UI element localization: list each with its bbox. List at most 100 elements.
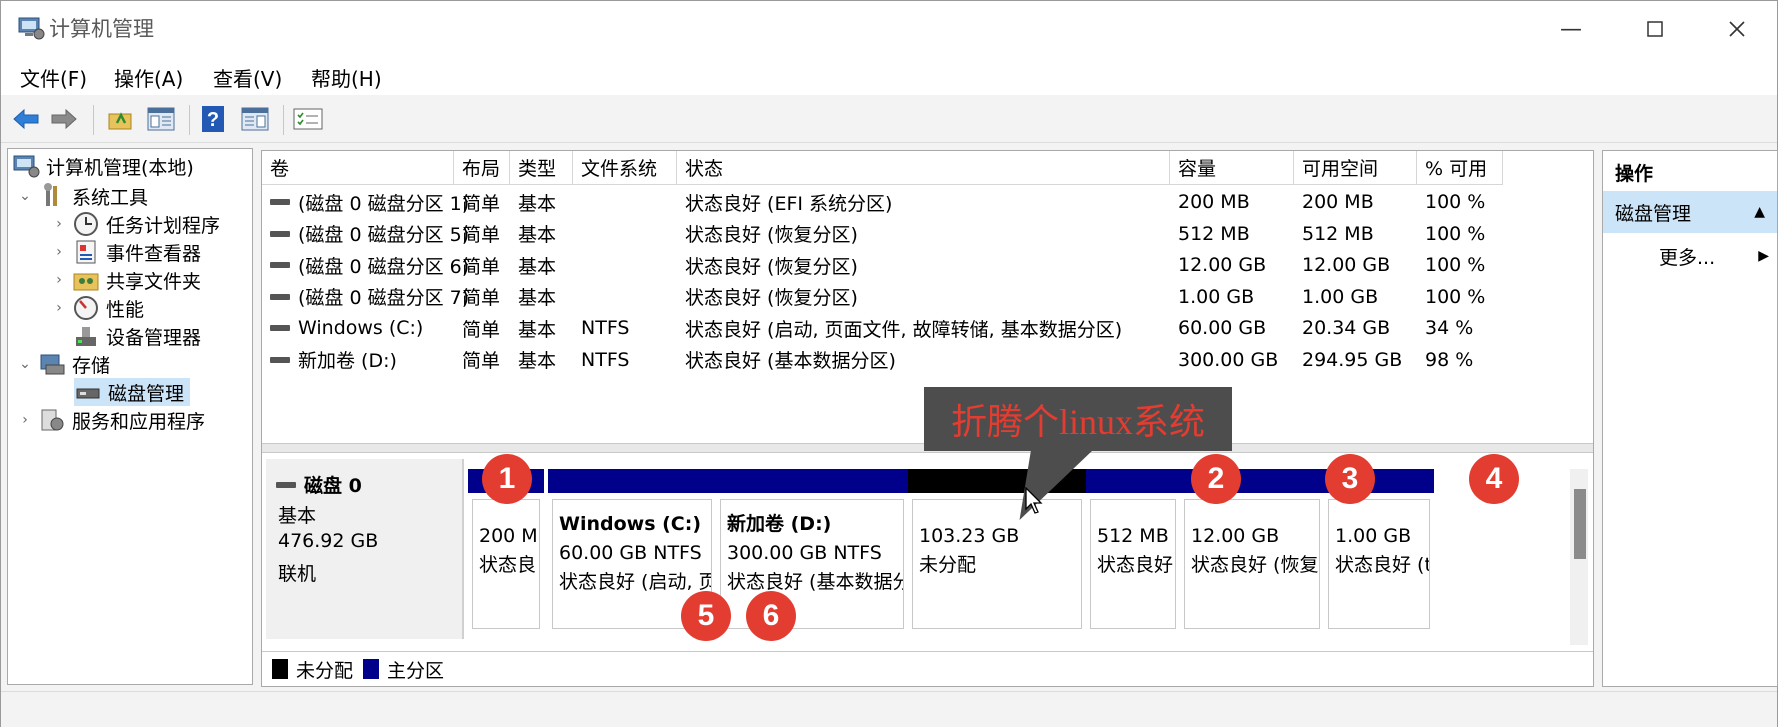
actions-section-label: 磁盘管理 <box>1615 202 1692 225</box>
partition-bar <box>716 469 908 493</box>
disk-type: 基本 <box>278 505 317 527</box>
annotation-badge-2: 2 <box>1191 454 1241 504</box>
toolbar-separator <box>93 105 94 135</box>
percent-free-cell: 100 % <box>1425 222 1486 245</box>
tree-item-performance[interactable]: › 性能 <box>50 294 144 322</box>
partition-segment[interactable]: 新加卷 (D:) 300.00 GB NTFS 状态良好 (基本数据分 <box>716 469 908 629</box>
disk-management-icon <box>76 388 100 399</box>
column-header-filesystem[interactable]: 文件系统 <box>573 151 677 185</box>
expand-chevron-icon[interactable]: › <box>50 300 68 316</box>
free-space-cell: 200 MB <box>1302 191 1374 213</box>
filesystem-cell: NTFS <box>581 348 630 371</box>
back-button[interactable] <box>11 104 41 134</box>
up-level-button[interactable] <box>105 104 135 134</box>
tree-label: 磁盘管理 <box>108 382 185 405</box>
partition-line2: 状态良 <box>479 554 537 576</box>
volume-name-cell[interactable]: (磁盘 0 磁盘分区 7) <box>270 282 469 312</box>
help-button[interactable]: ? <box>198 104 228 134</box>
partition-line2: 未分配 <box>919 554 977 576</box>
volume-icon <box>270 199 290 205</box>
column-header-volume[interactable]: 卷 <box>262 151 454 185</box>
percent-free-cell: 100 % <box>1425 191 1486 213</box>
column-header-free-space[interactable]: 可用空间 <box>1294 151 1417 185</box>
column-header-capacity[interactable]: 容量 <box>1170 151 1294 185</box>
volume-icon <box>270 325 290 331</box>
partition-body: 200 M 状态良 <box>472 499 540 629</box>
annotation-badge-5: 5 <box>681 591 731 641</box>
tree-item-disk-management[interactable]: 磁盘管理 <box>74 378 191 406</box>
status-cell: 状态良好 (恢复分区) <box>685 255 858 278</box>
tree-item-shared-folders[interactable]: › 共享文件夹 <box>50 266 201 294</box>
event-log-icon <box>76 240 96 264</box>
tree-item-event-viewer[interactable]: › 事件查看器 <box>50 238 201 266</box>
volume-name-cell[interactable]: (磁盘 0 磁盘分区 6) <box>270 250 469 280</box>
volume-name-cell[interactable]: (磁盘 0 磁盘分区 1) <box>270 187 469 217</box>
maximize-button[interactable] <box>1627 9 1683 49</box>
partition-line2: 状态良好 <box>1097 554 1174 576</box>
shared-folder-icon <box>73 273 99 291</box>
minimize-icon: — <box>1560 16 1582 42</box>
volume-icon <box>270 262 290 268</box>
capacity-cell: 60.00 GB <box>1178 317 1267 339</box>
actions-section-disk-management[interactable]: 磁盘管理 ▲ <box>1603 191 1777 233</box>
tree-label: 共享文件夹 <box>106 270 202 293</box>
volume-name-cell[interactable]: (磁盘 0 磁盘分区 5) <box>270 219 469 249</box>
legend-swatch-primary <box>363 659 380 679</box>
expand-chevron-icon[interactable]: › <box>50 216 68 232</box>
collapse-chevron-icon[interactable]: ⌄ <box>16 356 34 372</box>
forward-button[interactable] <box>49 104 79 134</box>
close-button[interactable] <box>1709 9 1765 49</box>
expand-chevron-icon[interactable]: › <box>50 244 68 260</box>
tree-item-device-manager[interactable]: 设备管理器 <box>68 322 201 350</box>
tree-item-task-scheduler[interactable]: › 任务计划程序 <box>50 210 220 238</box>
folder-up-icon <box>108 112 132 130</box>
mouse-cursor-icon <box>1025 487 1043 514</box>
window-title: 计算机管理 <box>49 17 154 41</box>
volume-name-cell[interactable]: 新加卷 (D:) <box>270 345 397 375</box>
free-space-cell: 294.95 GB <box>1302 348 1403 371</box>
partition-line1: 1.00 GB <box>1335 525 1412 547</box>
tree-label: 性能 <box>106 298 145 321</box>
layout-cell: 简单 <box>462 192 501 215</box>
capacity-cell: 200 MB <box>1178 191 1250 213</box>
menu-help[interactable]: 帮助(H) <box>311 63 382 92</box>
partition-body: 1.00 GB 状态良好 (t <box>1328 499 1430 629</box>
device-manager-icon <box>76 327 96 346</box>
show-action-pane-button[interactable] <box>240 104 270 134</box>
partition-segment[interactable]: 512 MB 状态良好 <box>1086 469 1180 629</box>
partition-line1: 300.00 GB NTFS <box>727 542 882 564</box>
disk-size: 476.92 GB <box>278 530 379 552</box>
layout-cell: 简单 <box>462 350 501 372</box>
layout-cell: 简单 <box>462 318 501 341</box>
type-cell: 基本 <box>518 255 557 278</box>
show-hide-tree-button[interactable] <box>146 104 176 134</box>
disk-view-scrollbar[interactable] <box>1570 469 1588 645</box>
scrollbar-thumb[interactable] <box>1574 489 1586 559</box>
actions-more-label: 更多... <box>1659 246 1716 269</box>
tree-item-root[interactable]: 计算机管理(本地) <box>12 152 194 180</box>
type-cell: 基本 <box>518 318 557 341</box>
tree-item-system-tools[interactable]: ⌄ 系统工具 <box>16 182 148 210</box>
menu-view[interactable]: 查看(V) <box>213 63 282 92</box>
close-icon <box>1729 21 1745 37</box>
free-space-cell: 20.34 GB <box>1302 317 1391 339</box>
properties-button[interactable] <box>293 104 323 134</box>
expand-chevron-icon[interactable]: › <box>16 412 34 428</box>
column-header-percent-free[interactable]: % 可用 <box>1417 151 1503 185</box>
column-header-status[interactable]: 状态 <box>677 151 1170 185</box>
percent-free-cell: 100 % <box>1425 254 1486 276</box>
tree-item-storage[interactable]: ⌄ 存储 <box>16 350 110 378</box>
percent-free-cell: 98 % <box>1425 348 1474 371</box>
tree-label: 计算机管理(本地) <box>46 156 194 179</box>
menu-action[interactable]: 操作(A) <box>114 63 183 92</box>
column-header-type[interactable]: 类型 <box>510 151 573 185</box>
column-header-layout[interactable]: 布局 <box>454 151 510 185</box>
actions-more[interactable]: 更多... ▶ <box>1659 241 1769 271</box>
disk-0-info[interactable]: 磁盘 0 基本 476.92 GB 联机 <box>266 459 464 639</box>
expand-chevron-icon[interactable]: › <box>50 272 68 288</box>
volume-name-cell[interactable]: Windows (C:) <box>270 313 423 343</box>
tree-item-services-apps[interactable]: › 服务和应用程序 <box>16 406 205 434</box>
menu-file[interactable]: 文件(F) <box>20 63 87 92</box>
collapse-chevron-icon[interactable]: ⌄ <box>16 188 34 204</box>
minimize-button[interactable]: — <box>1543 9 1599 49</box>
